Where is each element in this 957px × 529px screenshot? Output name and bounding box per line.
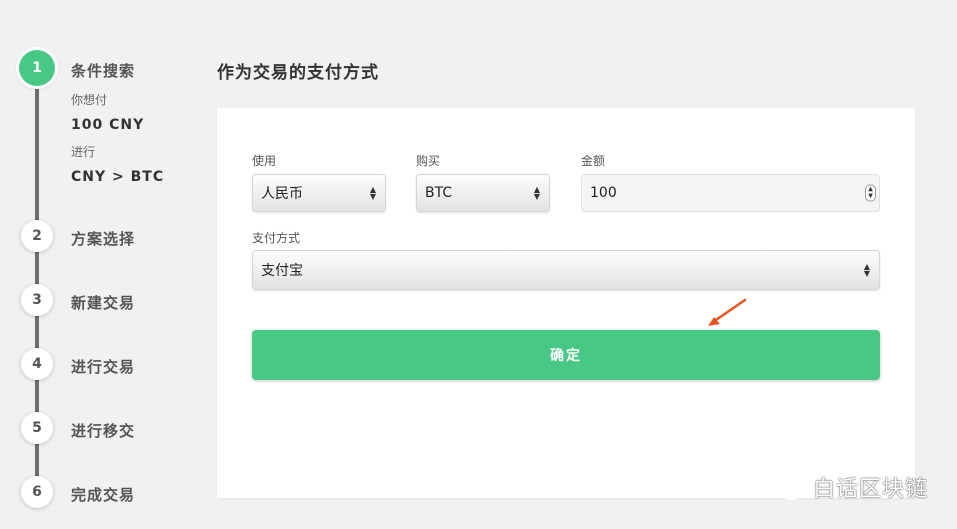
pay-label: 你想付 [71, 93, 108, 107]
watermark: 白话区块链 [765, 470, 928, 504]
step-5-label: 进行移交 [71, 422, 136, 440]
step-4-label: 进行交易 [71, 358, 136, 376]
step-3-label: 新建交易 [71, 294, 136, 312]
use-label: 使用 [252, 154, 277, 168]
progress-stepper: 1 条件搜索 你想付 100 CNY 进行 CNY > BTC 2 方案选择 3… [0, 0, 200, 529]
payment-method-label: 支付方式 [252, 231, 301, 245]
pay-value: 100 CNY [71, 117, 145, 133]
trade-value: CNY > BTC [71, 169, 165, 185]
number-spinner-icon[interactable]: ▲ ▼ [865, 184, 876, 202]
select-arrows-icon: ▲ ▼ [863, 262, 870, 278]
step-6-circle[interactable]: 6 [21, 476, 53, 508]
amount-input-value: 100 [590, 185, 617, 201]
amount-label: 金额 [581, 154, 606, 168]
confirm-button[interactable]: 确定 [252, 330, 880, 380]
select-arrows-icon: ▲ ▼ [369, 185, 376, 201]
trade-label: 进行 [71, 145, 96, 159]
watermark-text: 白话区块链 [813, 477, 929, 502]
step-1-label: 条件搜索 [71, 62, 136, 80]
select-arrows-icon: ▲ ▼ [533, 185, 540, 201]
page-title: 作为交易的支付方式 [217, 63, 379, 83]
step-2-label: 方案选择 [71, 230, 136, 248]
payment-form-card: 使用 人民币 ▲ ▼ 购买 BTC ▲ ▼ 金额 100 ▲ ▼ 支付方式 支付宝 ▲… [217, 108, 915, 498]
currency-select-value: 人民币 [261, 186, 303, 202]
step-connector [35, 80, 39, 232]
step-3-circle[interactable]: 3 [21, 284, 53, 316]
step-5-circle[interactable]: 5 [21, 412, 53, 444]
step-4-circle[interactable]: 4 [21, 348, 53, 380]
payment-method-value: 支付宝 [261, 263, 303, 279]
page: 1 条件搜索 你想付 100 CNY 进行 CNY > BTC 2 方案选择 3… [0, 0, 957, 529]
buy-label: 购买 [416, 154, 441, 168]
payment-method-select[interactable]: 支付宝 ▲ ▼ [252, 250, 880, 290]
wechat-icon [767, 473, 802, 500]
annotation-arrow-icon [708, 298, 747, 326]
step-6-label: 完成交易 [71, 486, 136, 504]
currency-select[interactable]: 人民币 ▲ ▼ [252, 174, 386, 212]
buy-select-value: BTC [425, 185, 453, 201]
step-1-circle[interactable]: 1 [19, 50, 55, 86]
amount-input[interactable]: 100 ▲ ▼ [581, 174, 880, 212]
buy-select[interactable]: BTC ▲ ▼ [416, 174, 550, 212]
step-2-circle[interactable]: 2 [21, 220, 53, 252]
